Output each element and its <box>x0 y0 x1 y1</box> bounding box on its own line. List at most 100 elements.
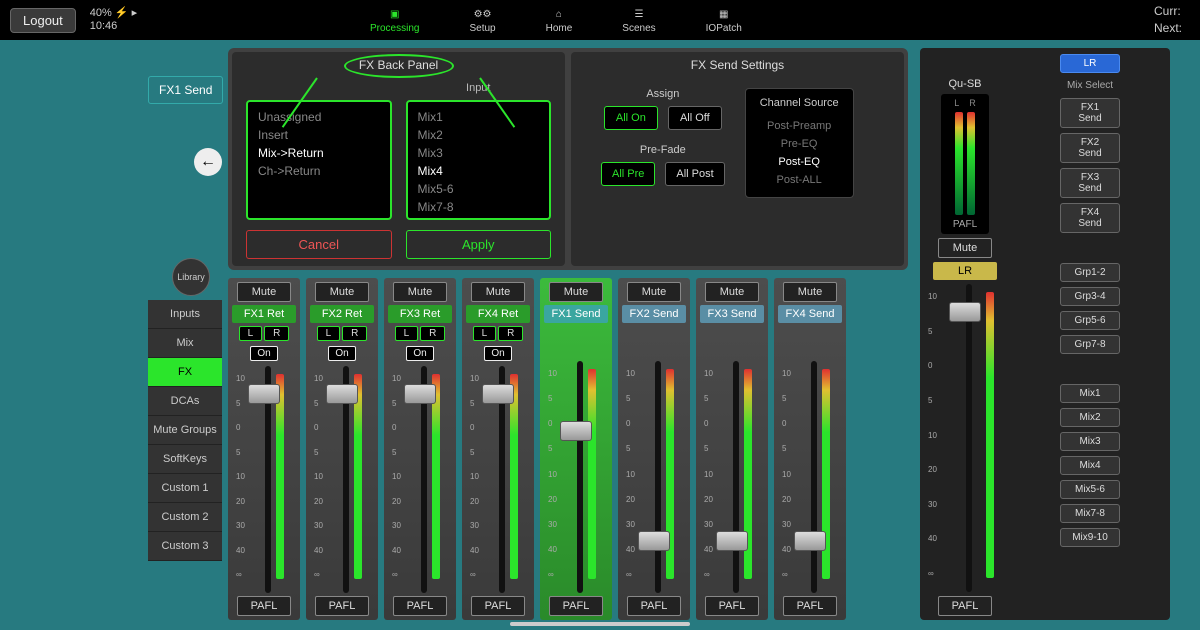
all-off-button[interactable]: All Off <box>668 106 722 130</box>
list-item[interactable]: Ch->Return <box>248 162 390 180</box>
list-item[interactable]: Unassigned <box>248 108 390 126</box>
fader[interactable]: 1050510203040∞ <box>622 361 686 593</box>
mix-select-button[interactable]: Mix1 <box>1060 384 1120 403</box>
fader-knob[interactable] <box>482 384 514 404</box>
mix-select-button[interactable]: Grp7-8 <box>1060 335 1120 354</box>
source-option[interactable]: Post-Preamp <box>760 117 839 135</box>
pafl-button[interactable]: PAFL <box>315 596 369 616</box>
sidenav-item[interactable]: Custom 1 <box>148 474 222 503</box>
sidenav-item[interactable]: Mix <box>148 329 222 358</box>
mix-select-button[interactable]: FX4Send <box>1060 203 1120 233</box>
channel-label[interactable]: FX4 Send <box>778 305 842 323</box>
channel-label[interactable]: FX1 Ret <box>232 305 296 323</box>
nav-iopatch[interactable]: ▦IOPatch <box>706 6 742 34</box>
fader-knob[interactable] <box>949 302 981 322</box>
pafl-button[interactable]: PAFL <box>549 596 603 616</box>
lr-toggle[interactable]: LR <box>395 326 446 341</box>
on-button[interactable]: On <box>250 346 277 361</box>
back-button[interactable]: ← <box>194 148 222 176</box>
list-item[interactable]: Mix9-10 <box>408 216 550 220</box>
channel-label[interactable]: FX3 Ret <box>388 305 452 323</box>
nav-processing[interactable]: ▣Processing <box>370 6 419 34</box>
all-pre-button[interactable]: All Pre <box>601 162 655 186</box>
list-item[interactable]: Mix4 <box>408 162 550 180</box>
on-button[interactable]: On <box>328 346 355 361</box>
channel-label[interactable]: FX2 Ret <box>310 305 374 323</box>
fader[interactable]: 1050510203040∞ <box>778 361 842 593</box>
mix-select-button[interactable]: Mix3 <box>1060 432 1120 451</box>
library-button[interactable]: Library <box>172 258 210 296</box>
sidenav-item[interactable]: FX <box>148 358 222 387</box>
routing-list[interactable]: UnassignedInsertMix->ReturnCh->Return <box>246 100 392 220</box>
input-list[interactable]: Mix1Mix2Mix3Mix4Mix5-6Mix7-8Mix9-10 <box>406 100 552 220</box>
nav-scenes[interactable]: ☰Scenes <box>622 6 655 34</box>
mute-button[interactable]: Mute <box>627 282 681 302</box>
all-post-button[interactable]: All Post <box>665 162 724 186</box>
fader[interactable]: 1050510203040∞ <box>388 366 452 593</box>
mix-select-button[interactable]: Grp1-2 <box>1060 263 1120 282</box>
sidenav-item[interactable]: DCAs <box>148 387 222 416</box>
all-on-button[interactable]: All On <box>604 106 658 130</box>
list-item[interactable]: Mix5-6 <box>408 180 550 198</box>
pafl-button[interactable]: PAFL <box>393 596 447 616</box>
lr-toggle[interactable]: LR <box>473 326 524 341</box>
mute-button[interactable]: Mute <box>705 282 759 302</box>
mute-button[interactable]: Mute <box>237 282 291 302</box>
fader[interactable]: 1050510203040∞ <box>544 361 608 593</box>
master-label[interactable]: LR <box>933 262 997 280</box>
fader-knob[interactable] <box>326 384 358 404</box>
mix-select-button[interactable]: FX1Send <box>1060 98 1120 128</box>
sidenav-item[interactable]: Custom 2 <box>148 503 222 532</box>
on-button[interactable]: On <box>406 346 433 361</box>
source-option[interactable]: Post-EQ <box>760 153 839 171</box>
list-item[interactable]: Mix1 <box>408 108 550 126</box>
list-item[interactable]: Mix7-8 <box>408 198 550 216</box>
logout-button[interactable]: Logout <box>10 8 76 33</box>
pafl-button[interactable]: PAFL <box>705 596 759 616</box>
fader-knob[interactable] <box>638 531 670 551</box>
master-fader[interactable]: 1050510203040∞ <box>924 284 1006 592</box>
mute-button[interactable]: Mute <box>315 282 369 302</box>
mute-button[interactable]: Mute <box>783 282 837 302</box>
cancel-button[interactable]: Cancel <box>246 230 392 259</box>
fader[interactable]: 1050510203040∞ <box>232 366 296 593</box>
mix-select-button[interactable]: Grp5-6 <box>1060 311 1120 330</box>
lr-toggle[interactable]: LR <box>317 326 368 341</box>
apply-button[interactable]: Apply <box>406 230 552 259</box>
sidenav-item[interactable]: SoftKeys <box>148 445 222 474</box>
sidenav-item[interactable]: Inputs <box>148 300 222 329</box>
pafl-button[interactable]: PAFL <box>237 596 291 616</box>
channel-label[interactable]: FX1 Send <box>544 305 608 323</box>
mix-select-button[interactable]: Mix9-10 <box>1060 528 1120 547</box>
master-mute-button[interactable]: Mute <box>938 238 992 258</box>
fader-knob[interactable] <box>716 531 748 551</box>
list-item[interactable]: Mix->Return <box>248 144 390 162</box>
mix-select-button[interactable]: Mix4 <box>1060 456 1120 475</box>
pafl-button[interactable]: PAFL <box>471 596 525 616</box>
list-item[interactable]: Mix2 <box>408 126 550 144</box>
mix-select-button[interactable]: FX3Send <box>1060 168 1120 198</box>
source-option[interactable]: Pre-EQ <box>760 135 839 153</box>
nav-setup[interactable]: ⚙⚙Setup <box>469 6 495 34</box>
fader[interactable]: 1050510203040∞ <box>700 361 764 593</box>
fader-knob[interactable] <box>794 531 826 551</box>
master-pafl-button[interactable]: PAFL <box>938 596 992 616</box>
mute-button[interactable]: Mute <box>393 282 447 302</box>
fader[interactable]: 1050510203040∞ <box>310 366 374 593</box>
nav-home[interactable]: ⌂Home <box>546 6 573 34</box>
channel-tag[interactable]: FX1 Send <box>148 76 223 104</box>
mix-select-button[interactable]: Grp3-4 <box>1060 287 1120 306</box>
list-item[interactable]: Insert <box>248 126 390 144</box>
fader-knob[interactable] <box>248 384 280 404</box>
mix-select-button[interactable]: Mix7-8 <box>1060 504 1120 523</box>
sidenav-item[interactable]: Mute Groups <box>148 416 222 445</box>
on-button[interactable]: On <box>484 346 511 361</box>
mix-select-button[interactable]: Mix2 <box>1060 408 1120 427</box>
mute-button[interactable]: Mute <box>549 282 603 302</box>
channel-label[interactable]: FX2 Send <box>622 305 686 323</box>
fader-knob[interactable] <box>560 421 592 441</box>
fader-knob[interactable] <box>404 384 436 404</box>
list-item[interactable]: Mix3 <box>408 144 550 162</box>
mute-button[interactable]: Mute <box>471 282 525 302</box>
mix-select-button[interactable]: LR <box>1060 54 1120 73</box>
